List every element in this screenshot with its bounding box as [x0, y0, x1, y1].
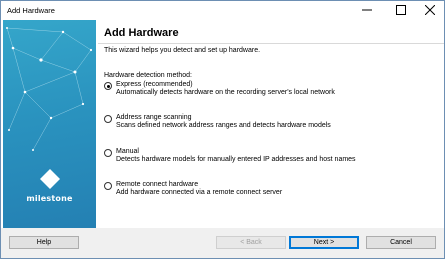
help-button[interactable]: Help: [9, 236, 79, 249]
option-manual-title: Manual: [116, 148, 139, 155]
radio-remote-connect[interactable]: [104, 182, 112, 190]
wizard-side-banner: milestone: [3, 20, 96, 228]
page-title: Add Hardware: [104, 27, 179, 39]
option-address-range-title: Address range scanning: [116, 114, 192, 121]
title-divider: [98, 43, 444, 44]
next-button[interactable]: Next >: [289, 236, 359, 249]
title-bar[interactable]: Add Hardware: [1, 1, 444, 20]
option-express-title: Express (recommended): [116, 81, 193, 88]
intro-text: This wizard helps you detect and set up …: [104, 47, 261, 54]
radio-express[interactable]: [104, 82, 112, 90]
logo-wordmark: milestone: [26, 194, 73, 203]
minimize-icon: [362, 5, 372, 17]
option-address-range-description: Scans defined network address ranges and…: [116, 122, 331, 129]
window-title: Add Hardware: [7, 6, 55, 15]
maximize-button[interactable]: [386, 1, 416, 20]
wizard-content: milestone Add Hardware This wizard helps…: [1, 20, 444, 228]
add-hardware-window: Add Hardware milestone Add Hardware This…: [0, 0, 445, 259]
close-icon: [424, 4, 436, 17]
back-button[interactable]: < Back: [216, 236, 286, 249]
milestone-logo: milestone: [3, 168, 96, 203]
wizard-footer: Help < Back Next > Cancel: [1, 228, 444, 258]
network-graphic: [6, 27, 93, 151]
option-remote-connect-title: Remote connect hardware: [116, 181, 199, 188]
close-button[interactable]: [415, 1, 445, 20]
detection-method-label: Hardware detection method:: [104, 72, 192, 79]
cancel-button[interactable]: Cancel: [366, 236, 436, 249]
option-remote-connect-description: Add hardware connected via a remote conn…: [116, 189, 283, 196]
milestone-logo-icon: [39, 169, 60, 189]
option-express-description: Automatically detects hardware on the re…: [116, 89, 335, 96]
maximize-icon: [396, 4, 406, 17]
wizard-main-panel: Add Hardware This wizard helps you detec…: [98, 20, 444, 228]
option-manual-description: Detects hardware models for manually ent…: [116, 156, 356, 163]
radio-manual[interactable]: [104, 149, 112, 157]
radio-address-range[interactable]: [104, 115, 112, 123]
minimize-button[interactable]: [352, 1, 382, 20]
